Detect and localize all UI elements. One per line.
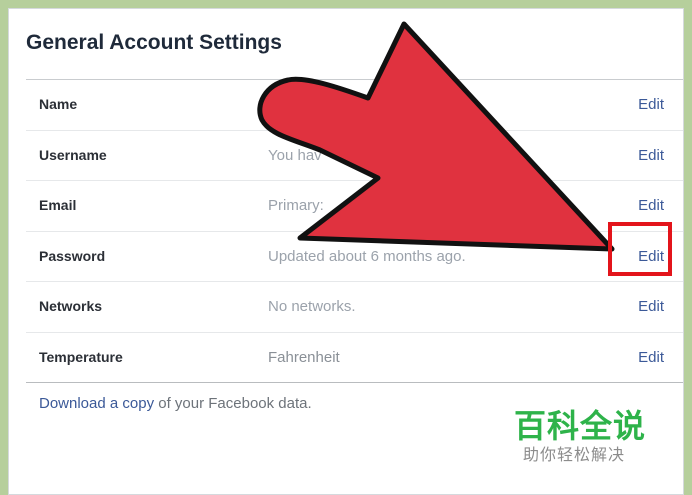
edit-networks-link[interactable]: Edit — [638, 282, 664, 331]
row-value-temperature: Fahrenheit — [268, 348, 340, 366]
row-label-username: Username — [39, 146, 107, 163]
edit-username-link[interactable]: Edit — [638, 131, 664, 180]
row-label-temperature: Temperature — [39, 348, 123, 365]
watermark-subtitle: 助你轻松解决 — [523, 447, 626, 464]
footer-text: of your Facebook data. — [154, 395, 312, 412]
row-label-name: Name — [39, 96, 78, 112]
settings-row-temperature: Temperature Fahrenheit Edit — [26, 333, 683, 383]
edit-temperature-link[interactable]: Edit — [638, 333, 664, 382]
settings-list: Name Edit Username You hav Edit Email Pr… — [26, 80, 683, 383]
settings-row-username: Username You hav Edit — [26, 131, 683, 181]
password-edit-highlight-box — [608, 222, 672, 276]
page-title: General Account Settings — [26, 31, 282, 54]
settings-row-password: Password Updated about 6 months ago. Edi… — [26, 232, 683, 282]
row-label-password: Password — [39, 247, 106, 264]
row-value-password: Updated about 6 months ago. — [268, 247, 466, 265]
settings-row-name: Name Edit — [26, 80, 683, 131]
download-copy-link[interactable]: Download a copy — [39, 395, 154, 412]
row-label-networks: Networks — [39, 298, 103, 314]
settings-row-email: Email Primary: Edit — [26, 181, 683, 232]
row-value-username: You hav — [268, 146, 322, 164]
row-value-networks: No networks. — [268, 298, 356, 315]
settings-row-networks: Networks No networks. Edit — [26, 282, 683, 333]
row-label-email: Email — [39, 197, 77, 213]
download-data-footer: Download a copy of your Facebook data. — [39, 395, 312, 412]
row-value-email: Primary: — [268, 197, 324, 214]
edit-name-link[interactable]: Edit — [638, 80, 664, 129]
